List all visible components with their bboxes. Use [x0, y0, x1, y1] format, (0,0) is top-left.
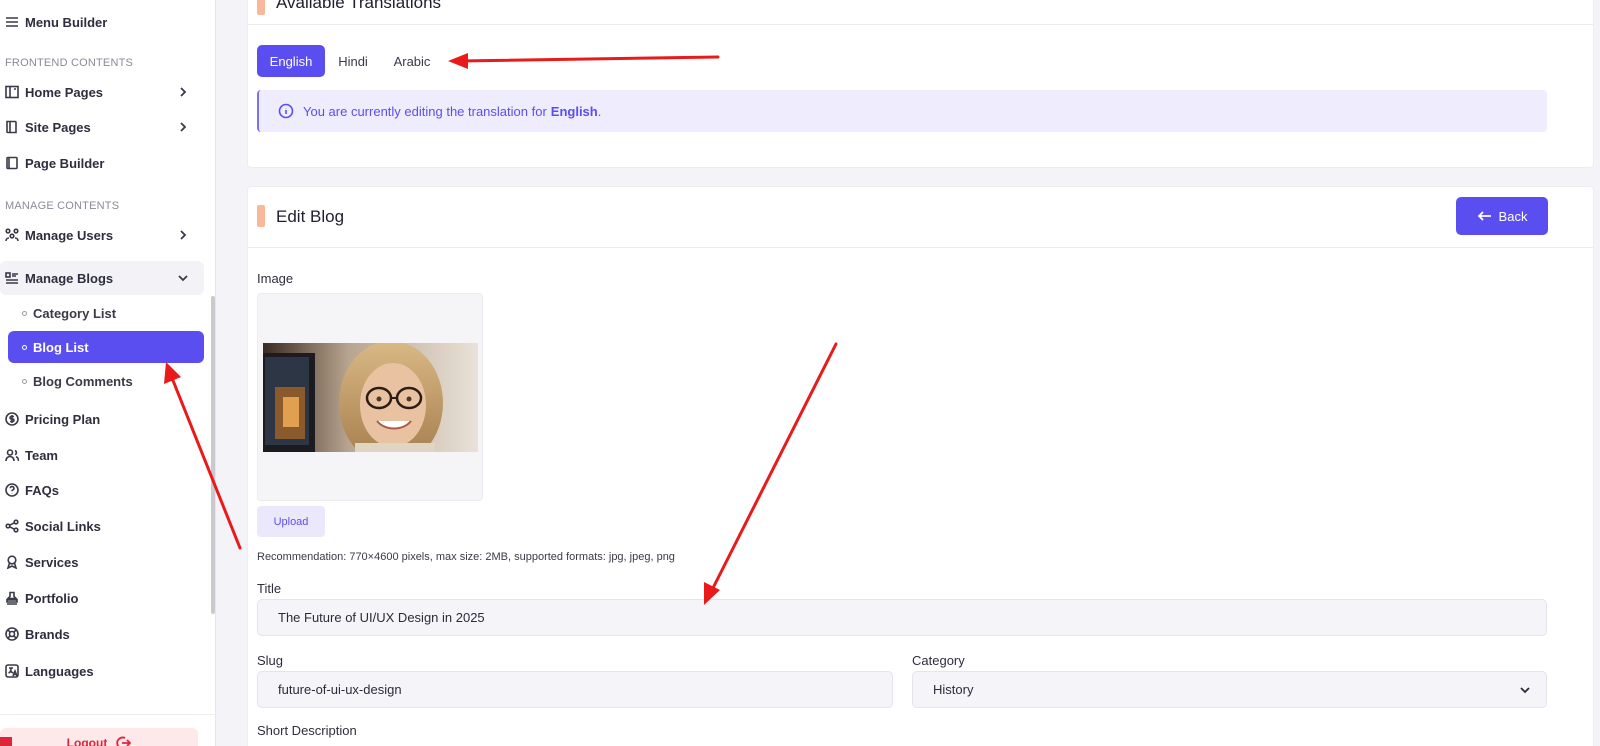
sidebar-item-languages[interactable]: Languages — [0, 654, 204, 688]
sidebar-item-manage-blogs[interactable]: Manage Blogs — [0, 261, 204, 295]
sidebar-item-label: Services — [25, 554, 79, 570]
translations-card: Available Translations English Hindi Ara… — [247, 0, 1594, 168]
sidebar-item-label: FAQs — [25, 482, 59, 498]
bullet-icon — [22, 344, 27, 350]
stamp-icon — [5, 591, 19, 605]
sidebar-item-label: Languages — [25, 663, 94, 679]
sidebar-subitem-blog-list[interactable]: Blog List — [8, 331, 204, 363]
sidebar-divider — [0, 714, 215, 715]
arrow-left-icon — [1477, 211, 1491, 221]
category-selected-value: History — [933, 682, 974, 697]
sidebar-item-label: Team — [25, 447, 58, 463]
image-preview-box — [257, 293, 483, 501]
image-label: Image — [257, 271, 294, 286]
sidebar-item-portfolio[interactable]: Portfolio — [0, 581, 204, 615]
title-label: Title — [257, 581, 282, 596]
notice-suffix: . — [597, 103, 602, 119]
sidebar-item-label: Portfolio — [25, 590, 79, 606]
bullet-icon — [22, 310, 27, 316]
upload-button[interactable]: Upload — [257, 506, 325, 537]
question-circle-icon — [5, 483, 19, 497]
info-icon — [278, 103, 294, 119]
sidebar-item-menu-builder[interactable]: Menu Builder — [0, 5, 204, 39]
back-label: Back — [1498, 208, 1528, 224]
sidebar-subitem-label: Blog List — [33, 339, 89, 355]
menu-icon — [5, 15, 19, 29]
sidebar-item-label: Brands — [25, 626, 70, 642]
chevron-down-icon — [1518, 683, 1532, 697]
edit-blog-card: Edit Blog Back Image Upload Recommendati… — [247, 186, 1594, 746]
tab-arabic[interactable]: Arabic — [388, 45, 436, 77]
lifebuoy-icon — [5, 627, 19, 641]
blog-photo-illustration — [263, 343, 478, 452]
sidebar-subitem-category-list[interactable]: Category List — [8, 297, 204, 329]
notebook-icon — [5, 156, 19, 170]
sidebar-item-brands[interactable]: Brands — [0, 617, 204, 651]
sidebar-item-label: Page Builder — [25, 155, 105, 171]
image-recommendation: Recommendation: 770×4600 pixels, max siz… — [257, 551, 675, 563]
title-accent — [257, 205, 265, 227]
sidebar-item-social-links[interactable]: Social Links — [0, 509, 204, 543]
translation-notice: You are currently editing the translatio… — [257, 90, 1547, 132]
sidebar-item-label: Manage Blogs — [25, 270, 114, 286]
blog-list-icon — [5, 271, 19, 285]
category-select[interactable]: History — [912, 671, 1547, 708]
sidebar-item-label: Manage Users — [25, 227, 114, 243]
sidebar-item-faqs[interactable]: FAQs — [0, 473, 204, 507]
notice-text: You are currently editing the translatio… — [303, 103, 547, 119]
sidebar-item-services[interactable]: Services — [0, 545, 204, 579]
sidebar: Menu Builder FRONTEND CONTENTS Home Page… — [0, 0, 216, 746]
logout-icon — [116, 736, 132, 746]
sidebar-item-team[interactable]: Team — [0, 438, 204, 472]
users-icon — [5, 448, 19, 462]
edit-blog-title: Edit Blog — [276, 207, 345, 226]
sidebar-item-label: Pricing Plan — [25, 411, 101, 427]
bullet-icon — [22, 378, 27, 384]
sidebar-item-manage-users[interactable]: Manage Users — [0, 218, 204, 252]
title-accent — [257, 0, 265, 15]
sidebar-item-page-builder[interactable]: Page Builder — [0, 146, 204, 180]
sidebar-subitem-blog-comments[interactable]: Blog Comments — [8, 365, 204, 397]
card-divider — [248, 247, 1593, 248]
chevron-right-icon — [176, 85, 190, 99]
slug-label: Slug — [257, 653, 284, 668]
translate-icon — [5, 664, 19, 678]
layout-icon — [5, 85, 19, 99]
sidebar-item-label: Site Pages — [25, 119, 91, 135]
badge-icon — [5, 555, 19, 569]
tab-hindi[interactable]: Hindi — [332, 45, 374, 77]
share-icon — [5, 519, 19, 533]
section-manage-contents: MANAGE CONTENTS — [5, 200, 120, 212]
tab-english[interactable]: English — [257, 45, 325, 77]
sidebar-subitem-label: Category List — [33, 305, 117, 321]
users-network-icon — [5, 228, 19, 242]
title-input[interactable]: The Future of UI/UX Design in 2025 — [257, 599, 1547, 636]
short-description-label: Short Description — [257, 723, 357, 738]
sidebar-subitem-label: Blog Comments — [33, 373, 133, 389]
slug-input[interactable]: future-of-ui-ux-design — [257, 671, 893, 708]
logout-label: Logout — [66, 736, 108, 746]
sidebar-item-pricing-plan[interactable]: Pricing Plan — [0, 402, 204, 436]
sidebar-item-home-pages[interactable]: Home Pages — [0, 75, 204, 109]
book-icon — [5, 120, 19, 134]
notice-language: English — [550, 103, 598, 119]
sidebar-scrollbar[interactable] — [211, 296, 215, 614]
sidebar-item-label: Social Links — [25, 518, 101, 534]
logout-marker — [0, 737, 12, 746]
chevron-right-icon — [176, 228, 190, 242]
card-divider — [248, 24, 1593, 25]
sidebar-item-site-pages[interactable]: Site Pages — [0, 110, 204, 144]
section-frontend-contents: FRONTEND CONTENTS — [5, 57, 134, 69]
sidebar-item-label: Home Pages — [25, 84, 104, 100]
translations-title: Available Translations — [276, 0, 442, 12]
dollar-circle-icon — [5, 412, 19, 426]
logout-button[interactable]: Logout — [0, 728, 198, 746]
chevron-down-icon — [176, 271, 190, 285]
blog-image — [263, 343, 478, 452]
chevron-right-icon — [176, 120, 190, 134]
back-button[interactable]: Back — [1456, 197, 1548, 235]
category-label: Category — [912, 653, 965, 668]
sidebar-item-label: Menu Builder — [25, 14, 108, 30]
